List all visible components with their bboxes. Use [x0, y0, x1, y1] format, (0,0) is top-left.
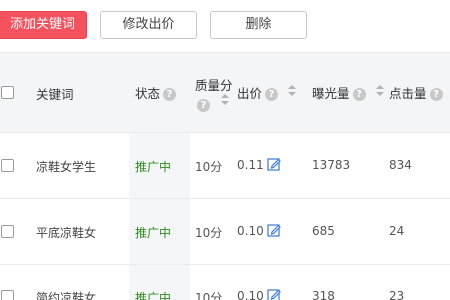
quality-sort-icon[interactable]: [221, 94, 229, 106]
status-cell: 推广中: [135, 160, 172, 174]
header-status: 状态?: [135, 83, 177, 102]
status-cell: 推广中: [135, 291, 172, 300]
delete-button[interactable]: 删除: [210, 11, 307, 39]
impressions-help-icon[interactable]: ?: [352, 88, 366, 101]
edit-bid-button[interactable]: 修改出价: [100, 11, 197, 39]
bid-cell: 0.10: [237, 224, 264, 238]
header-keyword: 关键词: [36, 87, 74, 102]
header-clicks-label: 点击量: [389, 86, 427, 101]
header-impressions-label: 曝光量: [312, 86, 350, 101]
header-bid: 出价?: [237, 83, 279, 102]
status-help-icon[interactable]: ?: [163, 88, 177, 101]
table-row[interactable]: 凉鞋女学生 推广中 10分 0.11 13783 834: [0, 132, 450, 198]
bid-cell: 0.10: [237, 289, 264, 300]
quality-help-icon[interactable]: ?: [197, 99, 210, 112]
status-cell: 推广中: [135, 226, 172, 240]
header-status-label: 状态: [135, 86, 161, 101]
keyword-cell: 平底凉鞋女: [36, 226, 97, 240]
impressions-sort-icon[interactable]: [376, 85, 384, 97]
keyword-table: 关键词 状态? 质量分 ? 出价? 曝光量? 点击量? 凉鞋女学生 推广中 10…: [0, 52, 450, 300]
quality-cell: 10分: [195, 291, 223, 300]
toolbar: 添加关键词 修改出价 删除: [0, 0, 450, 52]
clicks-cell: 23: [389, 289, 405, 300]
impressions-cell: 13783: [312, 158, 351, 172]
clicks-cell: 834: [389, 158, 412, 172]
quality-cell: 10分: [195, 160, 223, 174]
row-checkbox[interactable]: [1, 159, 14, 172]
add-keyword-button[interactable]: 添加关键词: [0, 11, 87, 39]
row-checkbox[interactable]: [1, 290, 14, 300]
header-clicks: 点击量?: [389, 83, 443, 102]
edit-bid-pencil-icon[interactable]: [267, 288, 281, 300]
keyword-cell: 凉鞋女学生: [36, 160, 97, 174]
edit-bid-pencil-icon[interactable]: [267, 157, 281, 171]
table-row[interactable]: 简约凉鞋女 推广中 10分 0.10 318 23: [0, 264, 450, 300]
impressions-cell: 685: [312, 224, 335, 238]
clicks-cell: 24: [389, 224, 405, 238]
table-header: 关键词 状态? 质量分 ? 出价? 曝光量? 点击量?: [0, 52, 450, 132]
keyword-cell: 简约凉鞋女: [36, 291, 97, 300]
header-quality-label: 质量分: [195, 78, 233, 93]
edit-bid-pencil-icon[interactable]: [267, 223, 281, 237]
row-checkbox[interactable]: [1, 225, 14, 238]
bid-sort-icon[interactable]: [288, 85, 296, 97]
quality-cell: 10分: [195, 226, 223, 240]
bid-cell: 0.11: [237, 158, 264, 172]
keyword-management-panel: 添加关键词 修改出价 删除 关键词 状态? 质量分 ? 出价? 曝光量 ? 点击…: [0, 0, 450, 300]
table-row[interactable]: 平底凉鞋女 推广中 10分 0.10 685 24: [0, 198, 450, 264]
bid-help-icon[interactable]: ?: [265, 88, 279, 101]
header-bid-label: 出价: [237, 86, 263, 101]
select-all-checkbox[interactable]: [1, 86, 14, 99]
impressions-cell: 318: [312, 289, 335, 300]
header-impressions: 曝光量?: [312, 83, 366, 102]
clicks-help-icon[interactable]: ?: [429, 88, 443, 101]
